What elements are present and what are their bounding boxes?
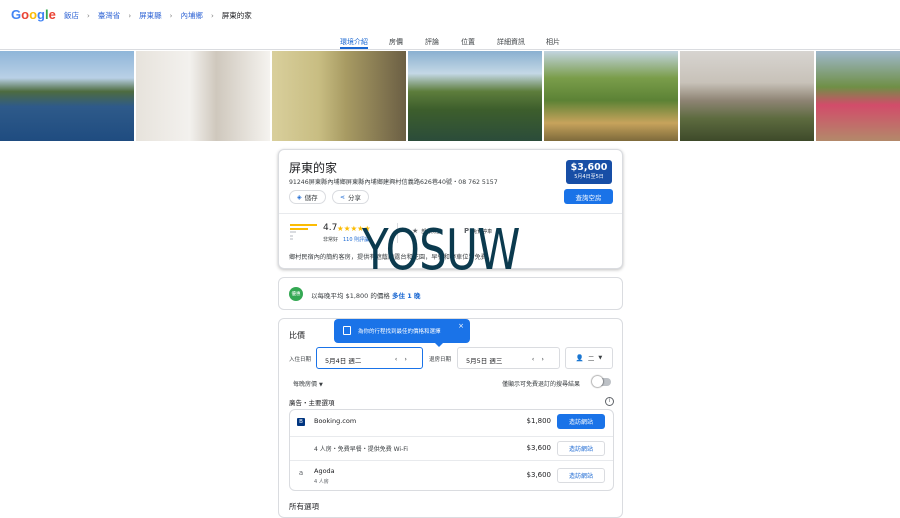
per-night-dropdown[interactable]: 每晚房價 ▼ (293, 379, 323, 388)
offers-list: B Booking.com $1,800 造訪網站 4 人房・免費早餐・提供免費… (289, 409, 614, 491)
offer-detail: 4 人房 (314, 479, 329, 485)
section-tabs: 環境介紹 房價 評論 位置 詳細資訊 相片 (0, 32, 900, 50)
breadcrumb-current: 屏東的家 (221, 11, 252, 20)
tab-prices[interactable]: 房價 (389, 37, 403, 47)
dropdown-arrow-icon: ▼ (598, 355, 603, 361)
save-label: 儲存 (304, 194, 318, 202)
hotel-photo[interactable] (0, 51, 134, 141)
visit-site-button[interactable]: 造訪網站 (557, 414, 605, 429)
hotel-photo[interactable] (680, 51, 814, 141)
agoda-icon: a (298, 469, 304, 477)
dropdown-arrow-icon: ▼ (318, 382, 323, 388)
checkin-label: 入住日期 (289, 357, 312, 363)
hotel-photo[interactable] (136, 51, 270, 141)
close-icon[interactable]: × (458, 322, 464, 330)
breadcrumb-province[interactable]: 臺灣省 (98, 10, 121, 21)
top-bar: Google 飯店 › 臺灣省 › 屏東縣 › 內埔鄉 › 屏東的家 (0, 0, 900, 30)
compare-title: 比價 (289, 331, 305, 340)
tab-overview[interactable]: 環境介紹 (340, 37, 368, 47)
tab-location[interactable]: 位置 (461, 37, 475, 47)
deal-link[interactable]: 多住 1 晚 (392, 292, 421, 300)
hotel-photo[interactable] (544, 51, 678, 141)
offer-row[interactable]: B Booking.com $1,800 造訪網站 (290, 410, 613, 436)
checkin-date-value: 5月4日 週二 (325, 357, 362, 365)
visit-site-button[interactable]: 造訪網站 (557, 441, 605, 456)
price-dates: 5月4日至5日 (574, 174, 604, 180)
free-cancel-toggle[interactable] (592, 376, 611, 387)
deal-icon: 優惠 (289, 287, 303, 301)
divider (279, 213, 622, 214)
ads-section-label: 廣告・主要選項 (289, 399, 335, 407)
active-tab-indicator (340, 47, 368, 49)
person-icon: 👤 (575, 354, 584, 362)
chevron-left-right-icon[interactable]: ‹› (395, 355, 414, 363)
all-options-heading: 所有選項 (289, 502, 319, 511)
share-button[interactable]: ⋖ 分享 (332, 190, 370, 204)
hotel-photo[interactable] (816, 51, 900, 141)
chevron-right-icon: › (87, 11, 90, 20)
guests-selector[interactable]: 👤 二 ▼ (565, 347, 613, 369)
offer-price: $1,800 (526, 417, 552, 425)
tab-photos[interactable]: 相片 (546, 37, 560, 47)
offer-provider: Booking.com (314, 417, 357, 425)
tab-reviews[interactable]: 評論 (425, 37, 439, 47)
breadcrumb: 飯店 › 臺灣省 › 屏東縣 › 內埔鄉 › 屏東的家 (64, 10, 252, 21)
price-value: $3,600 (570, 162, 608, 173)
breadcrumb-county[interactable]: 屏東縣 (139, 10, 162, 21)
visit-site-button[interactable]: 造訪網站 (557, 468, 605, 483)
offer-provider: Agoda (314, 467, 335, 475)
chevron-right-icon: › (210, 11, 214, 20)
free-cancel-label: 僅顯示可免費退訂的搜尋結果 (502, 381, 581, 388)
bookmark-icon: ◈ (297, 193, 302, 201)
google-logo[interactable]: Google (11, 7, 56, 22)
breadcrumb-township[interactable]: 內埔鄉 (180, 10, 203, 21)
hotel-address: 91246屏東縣內埔鄉屏東縣內埔鄉建興村信義路626巷40號・08 762 51… (289, 179, 498, 186)
rating-word: 非常好 (323, 237, 339, 243)
photo-strip (0, 51, 900, 141)
checkin-date-field[interactable]: 5月4日 週二 ‹› (316, 347, 423, 369)
check-rooms-button[interactable]: 查詢空房 (564, 189, 613, 204)
hotel-photo[interactable] (272, 51, 406, 141)
checkout-label: 退房日期 (429, 357, 452, 363)
tab-details[interactable]: 詳細資訊 (497, 37, 525, 47)
info-icon[interactable]: i (605, 397, 614, 406)
watermark-text: YOSUW (362, 218, 520, 283)
chevron-left-right-icon[interactable]: ‹› (532, 355, 551, 363)
hotel-photo[interactable] (408, 51, 542, 141)
rating-histogram (290, 224, 317, 242)
booking-icon: B (297, 418, 305, 426)
price-badge[interactable]: $3,600 5月4日至5日 (566, 160, 612, 184)
share-label: 分享 (348, 194, 362, 202)
date-tooltip: 為你的行程找到最佳的價格和選擇 × (334, 319, 470, 347)
offer-price: $3,600 (526, 471, 552, 479)
offer-row[interactable]: 4 人房・免費早餐・提供免費 Wi-Fi $3,600 造訪網站 (290, 437, 613, 459)
chevron-right-icon: › (128, 11, 132, 20)
offer-price: $3,600 (526, 444, 552, 452)
deal-text: 以每晚平均 $1,800 的價格 多住 1 晚 (311, 292, 421, 300)
checkout-date-value: 5月5日 週三 (466, 357, 503, 365)
breadcrumb-hotels[interactable]: 飯店 (64, 10, 79, 21)
compare-prices-card: 比價 為你的行程找到最佳的價格和選擇 × 入住日期 5月4日 週二 ‹› 退房日… (278, 318, 623, 518)
rating-score: 4.7 (323, 223, 338, 233)
offer-row[interactable]: a Agoda 4 人房 $3,600 造訪網站 (290, 461, 613, 491)
calendar-icon (343, 326, 351, 335)
share-icon: ⋖ (340, 193, 346, 201)
checkout-date-field[interactable]: 5月5日 週三 ‹› (457, 347, 560, 369)
chevron-right-icon: › (169, 11, 173, 20)
hotel-name: 屏東的家 (289, 161, 338, 175)
save-button[interactable]: ◈ 儲存 (289, 190, 326, 204)
offer-detail: 4 人房・免費早餐・提供免費 Wi-Fi (314, 446, 408, 453)
